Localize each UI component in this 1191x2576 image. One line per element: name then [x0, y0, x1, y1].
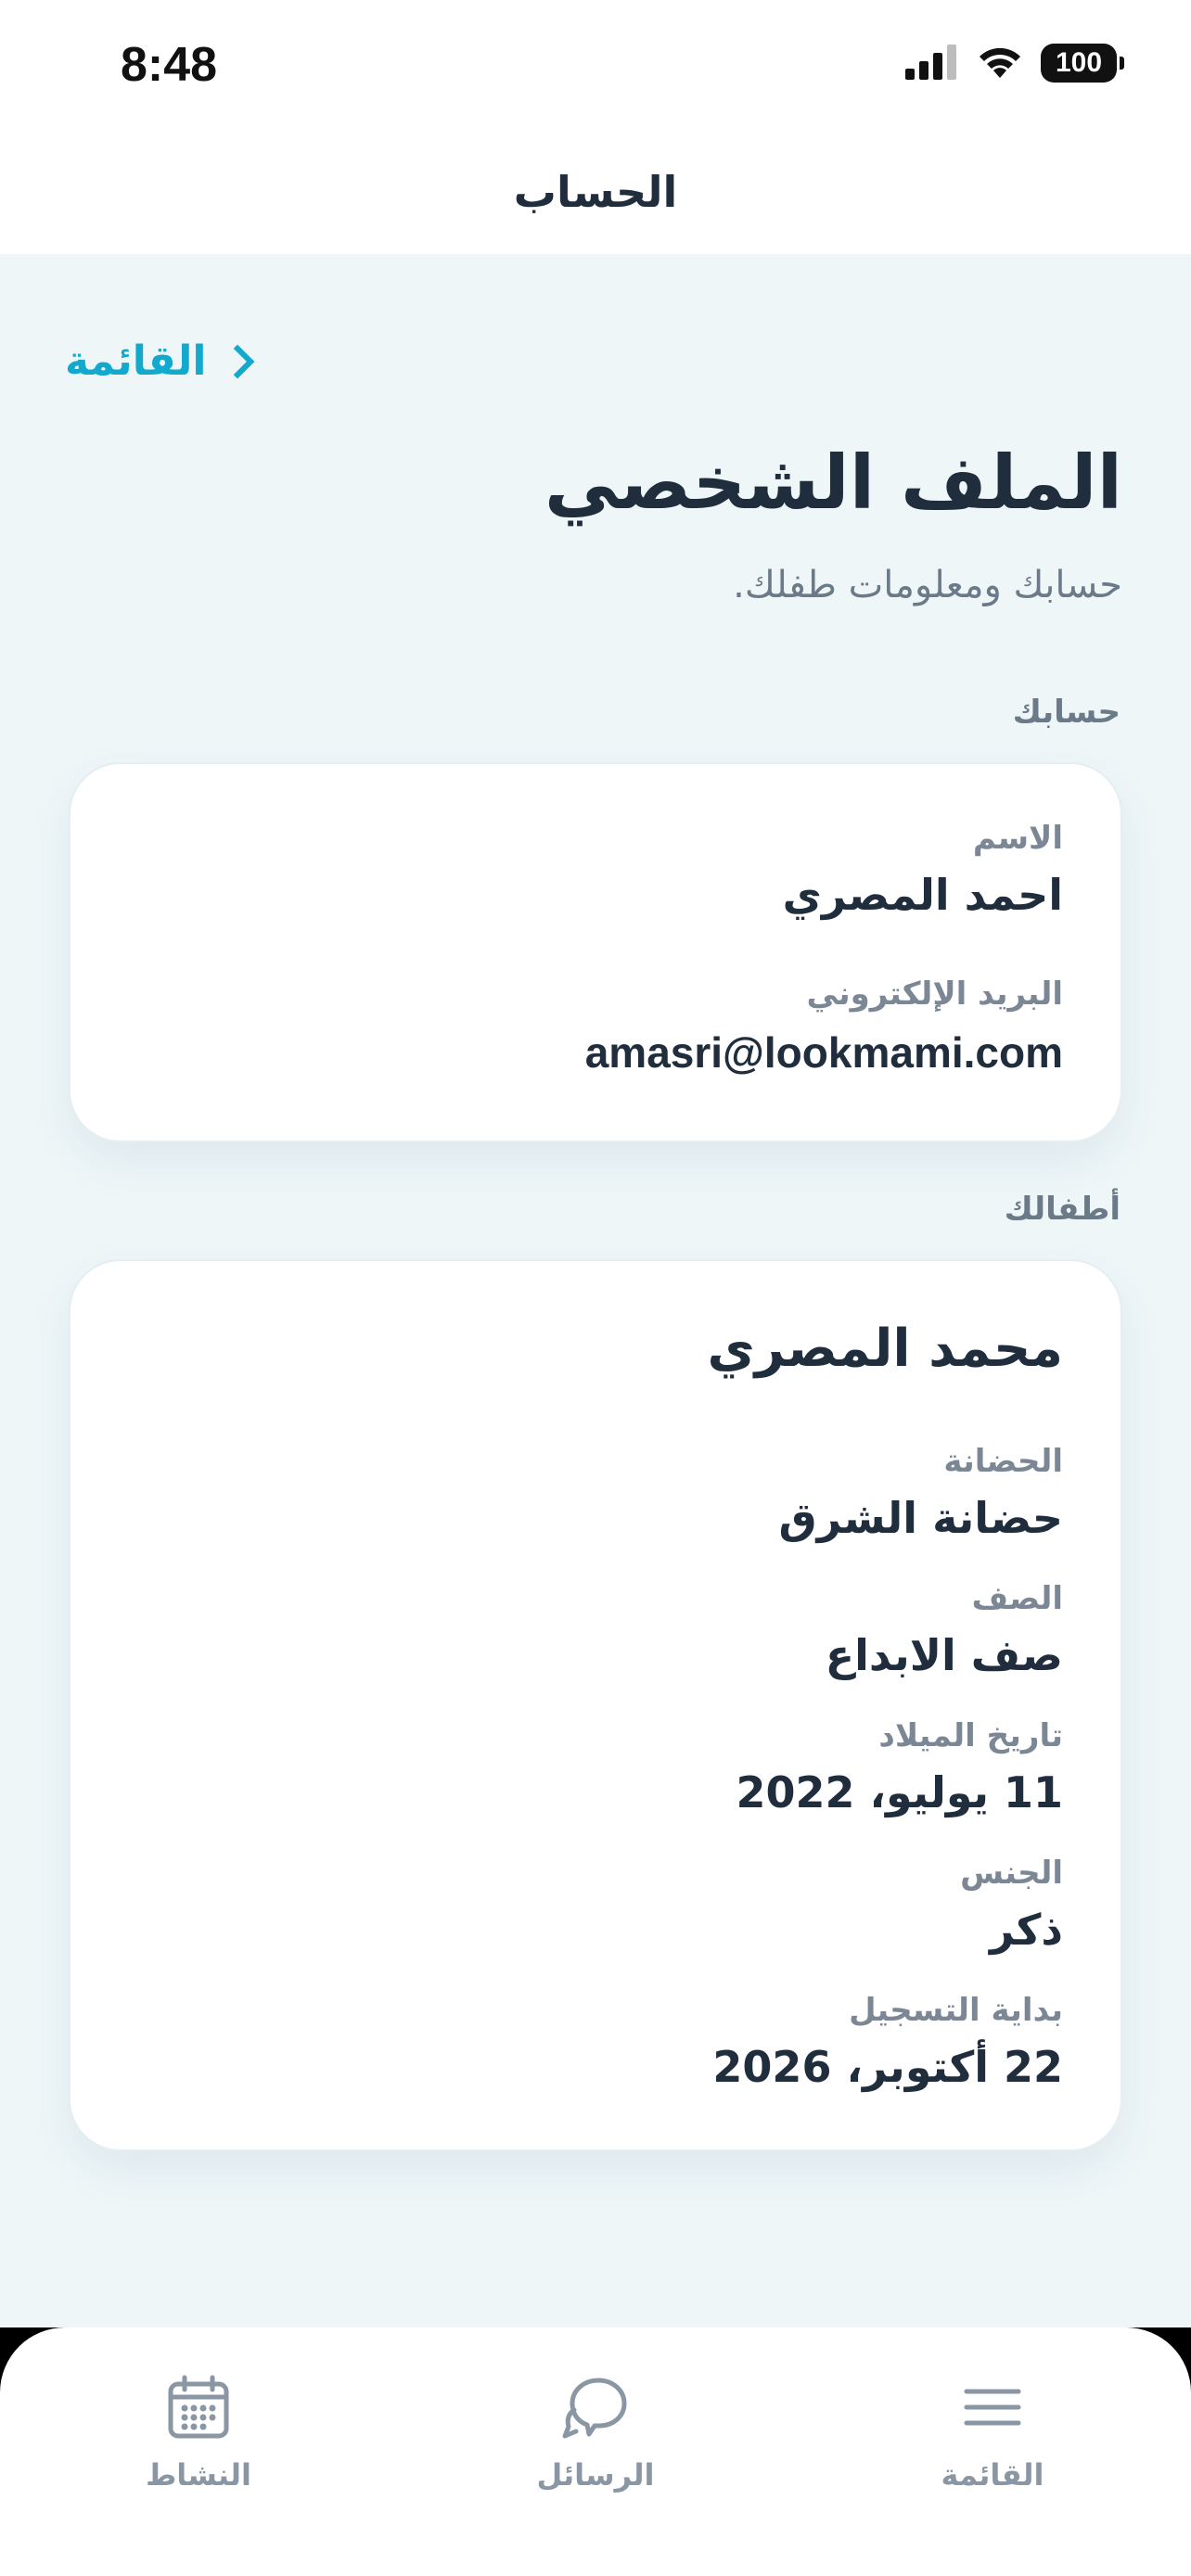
- status-time: 8:48: [121, 38, 218, 92]
- back-link-label: القائمة: [65, 338, 207, 385]
- page-title: الملف الشخصي: [544, 440, 1122, 526]
- tab-messages[interactable]: الرسائل: [475, 2370, 716, 2493]
- enrollment-value: 22 أكتوبر، 2026: [712, 2042, 1063, 2092]
- tab-activity-label: النشاط: [146, 2457, 251, 2493]
- enrollment-label: بداية التسجيل: [849, 1992, 1063, 2029]
- tab-menu[interactable]: القائمة: [872, 2370, 1113, 2493]
- account-card: الاسم احمد المصري البريد الإلكتروني amas…: [69, 762, 1122, 1142]
- nursery-value: حضانة الشرق: [778, 1493, 1063, 1543]
- back-to-menu-link[interactable]: القائمة: [65, 338, 254, 385]
- page-subtitle: حسابك ومعلومات طفلك.: [733, 564, 1122, 606]
- children-section-label: أطفالك: [1004, 1191, 1121, 1228]
- name-value: احمد المصري: [782, 870, 1063, 920]
- gender-value: ذكر: [990, 1905, 1063, 1955]
- birthdate-label: تاريخ الميلاد: [878, 1717, 1063, 1754]
- gender-label: الجنس: [960, 1855, 1063, 1892]
- tab-activity[interactable]: النشاط: [78, 2370, 319, 2493]
- account-section-label: حسابك: [1012, 694, 1121, 731]
- email-value: amasri@lookmami.com: [584, 1028, 1063, 1077]
- battery-icon: 100: [1041, 44, 1124, 83]
- class-value: صف الابداع: [825, 1630, 1063, 1680]
- wifi-icon: [976, 43, 1024, 83]
- signal-icon: [905, 43, 959, 83]
- menu-icon: [872, 2370, 1113, 2444]
- status-bar: 8:48 100: [0, 0, 1191, 130]
- child-name: محمد المصري: [707, 1319, 1063, 1379]
- tab-bar: النشاط الرسائل القائمة: [0, 2327, 1191, 2576]
- child-card: محمد المصري الحضانة حضانة الشرق الصف صف …: [69, 1259, 1122, 2151]
- nursery-label: الحضانة: [943, 1443, 1063, 1480]
- name-label: الاسم: [972, 820, 1063, 857]
- class-label: الصف: [971, 1580, 1063, 1617]
- profile-content: القائمة الملف الشخصي حسابك ومعلومات طفلك…: [0, 254, 1191, 2327]
- calendar-icon: [78, 2370, 319, 2444]
- tab-messages-label: الرسائل: [536, 2457, 655, 2493]
- page-header-title: الحساب: [0, 130, 1191, 254]
- email-label: البريد الإلكتروني: [806, 976, 1063, 1013]
- chat-icon: [475, 2370, 716, 2444]
- chevron-right-icon: [220, 344, 254, 378]
- birthdate-value: 11 يوليو، 2022: [736, 1767, 1063, 1817]
- status-icons: 100: [905, 43, 1124, 83]
- tab-menu-label: القائمة: [941, 2457, 1044, 2493]
